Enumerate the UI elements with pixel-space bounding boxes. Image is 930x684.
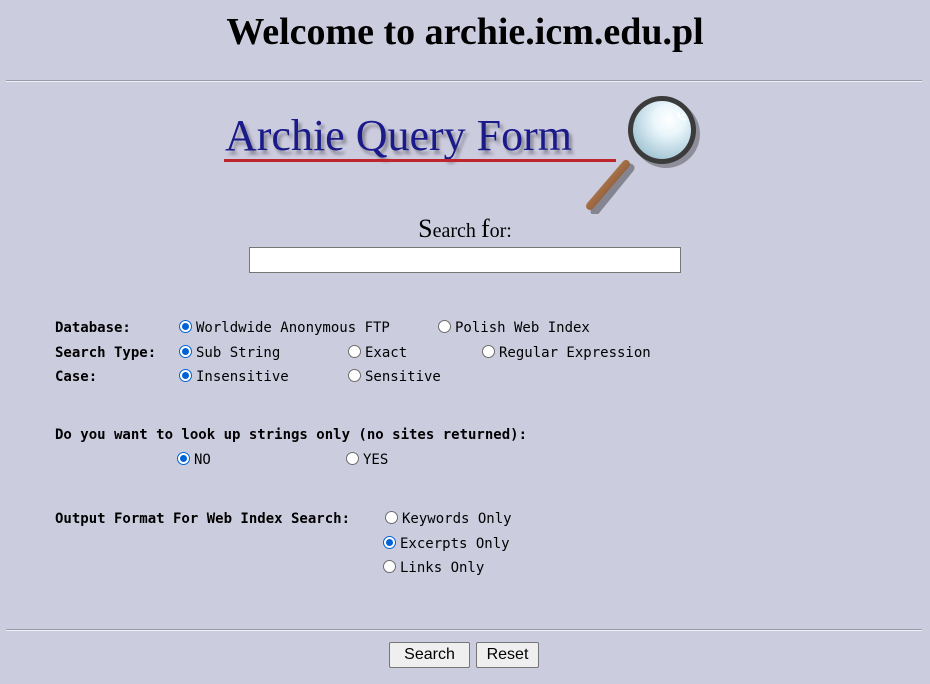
regex-label: Regular Expression <box>499 345 651 361</box>
search-type-label: Search Type: <box>55 345 157 361</box>
radio-insensitive[interactable] <box>179 368 192 382</box>
database-label: Database: <box>55 320 131 336</box>
output-format-label: Output Format For Web Index Search: <box>55 511 351 527</box>
radio-links[interactable] <box>383 559 396 573</box>
substring-label: Sub String <box>196 345 281 361</box>
radio-regex[interactable] <box>482 344 495 358</box>
database-web-label: Polish Web Index <box>455 320 590 336</box>
strings-only-label: Do you want to look up strings only (no … <box>55 427 528 443</box>
archie-logo: Archie Query Form <box>220 92 710 214</box>
sensitive-label: Sensitive <box>365 369 441 385</box>
search-input[interactable] <box>249 247 681 273</box>
top-divider <box>6 80 922 82</box>
output-excerpts-option[interactable]: Excerpts Only <box>383 535 510 552</box>
radio-exact[interactable] <box>348 344 361 358</box>
radio-yes[interactable] <box>346 451 359 465</box>
radio-web-index[interactable] <box>438 319 451 333</box>
links-label: Links Only <box>400 560 485 576</box>
strings-only-yes-option[interactable]: YES <box>346 451 389 468</box>
no-label: NO <box>194 452 211 468</box>
database-ftp-option[interactable]: Worldwide Anonymous FTP <box>179 319 390 336</box>
bottom-divider <box>6 629 922 631</box>
radio-sensitive[interactable] <box>348 368 361 382</box>
logo-underline <box>224 159 616 162</box>
database-web-option[interactable]: Polish Web Index <box>438 319 590 336</box>
reset-button[interactable]: Reset <box>476 642 539 668</box>
radio-ftp[interactable] <box>179 319 192 333</box>
search-type-regex-option[interactable]: Regular Expression <box>482 344 651 361</box>
radio-substring[interactable] <box>179 344 192 358</box>
search-for-label: Search for: <box>418 214 512 243</box>
strings-only-no-option[interactable]: NO <box>177 451 211 468</box>
case-insensitive-option[interactable]: Insensitive <box>179 368 289 385</box>
output-keywords-option[interactable]: Keywords Only <box>385 510 512 527</box>
output-links-option[interactable]: Links Only <box>383 559 485 576</box>
magnifying-glass-icon <box>586 96 700 214</box>
insensitive-label: Insensitive <box>196 369 289 385</box>
search-type-substring-option[interactable]: Sub String <box>179 344 281 361</box>
yes-label: YES <box>363 452 389 468</box>
radio-excerpts[interactable] <box>383 535 396 549</box>
search-button[interactable]: Search <box>389 642 470 668</box>
radio-keywords[interactable] <box>385 510 398 524</box>
case-label: Case: <box>55 369 98 385</box>
page-title: Welcome to archie.icm.edu.pl <box>226 11 704 53</box>
exact-label: Exact <box>365 345 408 361</box>
radio-no[interactable] <box>177 451 190 465</box>
keywords-label: Keywords Only <box>402 511 512 527</box>
logo-text: Archie Query Form <box>225 111 573 160</box>
search-type-exact-option[interactable]: Exact <box>348 344 408 361</box>
database-ftp-label: Worldwide Anonymous FTP <box>196 320 390 336</box>
case-sensitive-option[interactable]: Sensitive <box>348 368 441 385</box>
excerpts-label: Excerpts Only <box>400 536 510 552</box>
